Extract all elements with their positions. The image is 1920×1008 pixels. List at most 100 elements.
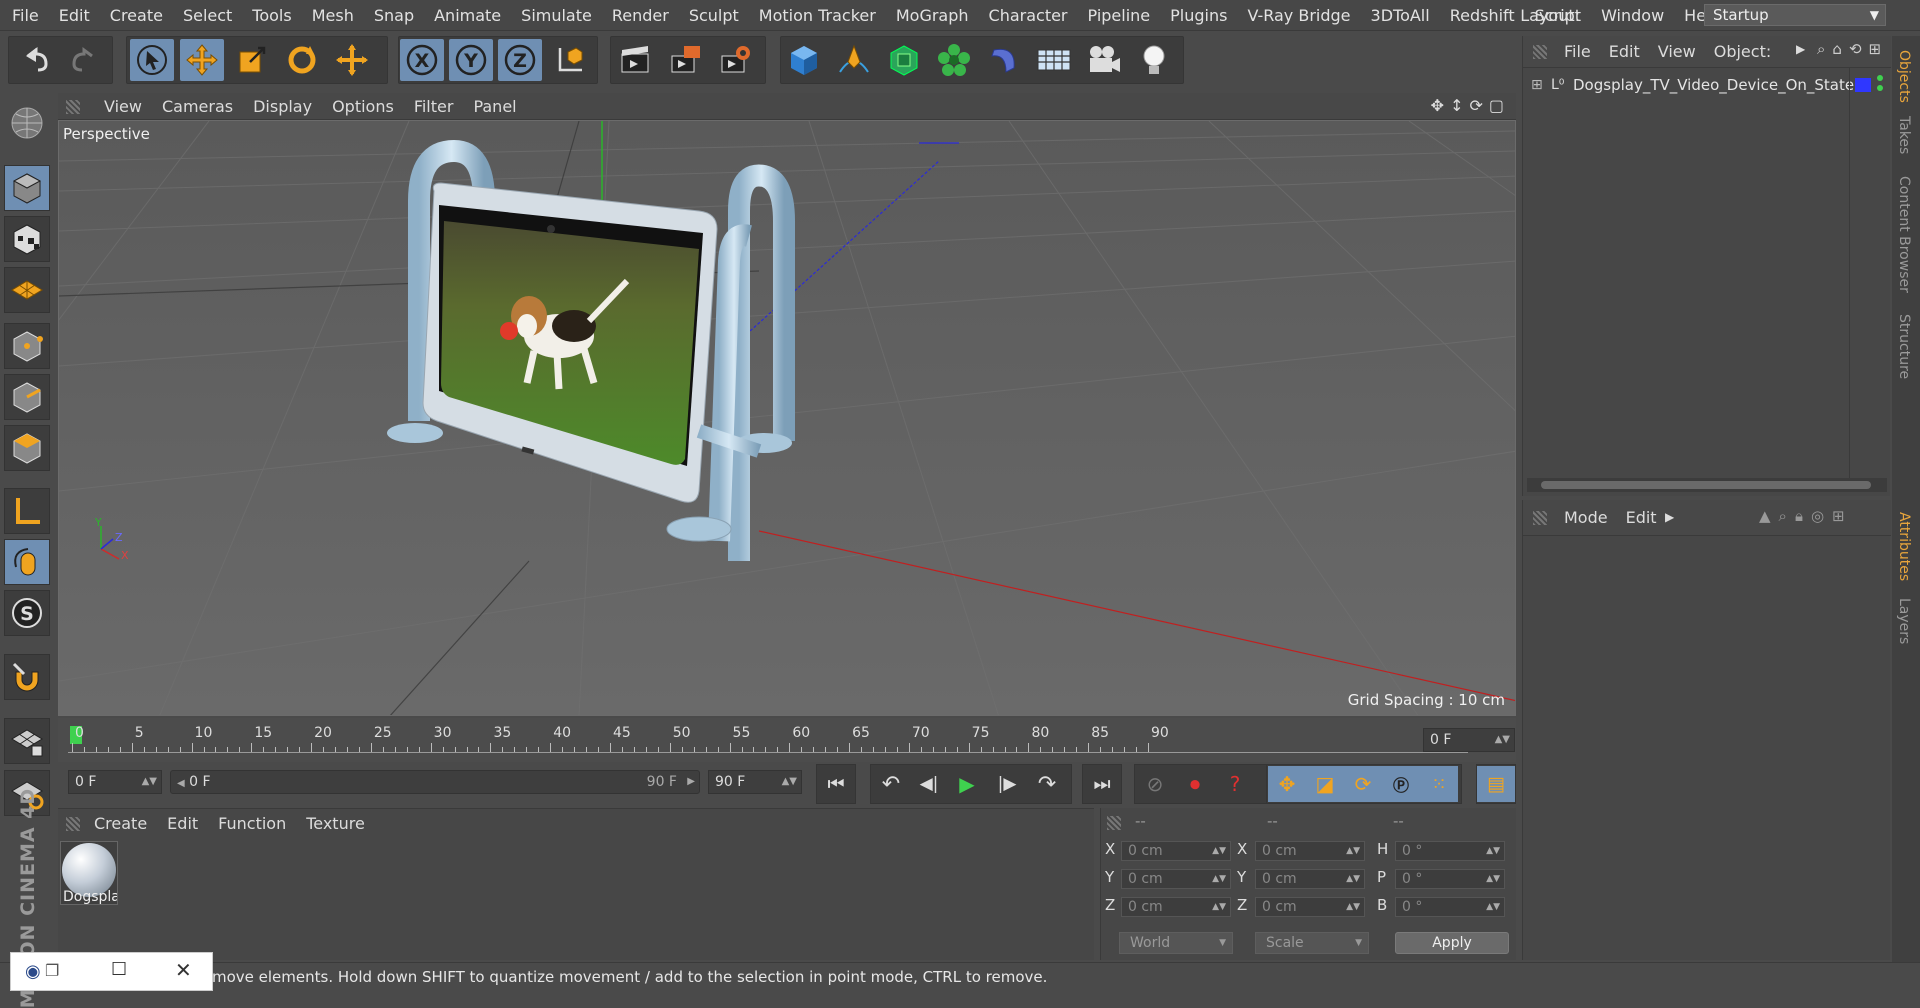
coord-value-field[interactable]: 0 cm ▲▼: [1255, 841, 1365, 861]
coord-value-field[interactable]: 0 ° ▲▼: [1395, 841, 1505, 861]
timeline-ruler[interactable]: 0 5 10 15 20 25 30 35 40 45 50 55 60 65 70 75 80 85 90: [58, 718, 1516, 762]
previous-frame-icon[interactable]: ◀|: [910, 766, 948, 802]
viewport-menu-item-2[interactable]: Display: [243, 93, 322, 120]
menu-item-1[interactable]: Edit: [49, 0, 100, 31]
drag-handle-icon[interactable]: [1533, 45, 1547, 59]
expand-icon[interactable]: ⊞: [1531, 72, 1543, 98]
tab-takes[interactable]: Takes: [1896, 116, 1912, 154]
make-editable-button[interactable]: [4, 100, 50, 146]
menu-item-3[interactable]: Select: [173, 0, 242, 31]
camera-button[interactable]: [1082, 39, 1126, 81]
objects-menu-item-3[interactable]: Object:: [1705, 36, 1781, 68]
rotate-tool-button[interactable]: [280, 39, 324, 81]
magnet-button[interactable]: [4, 654, 50, 700]
dolly-icon[interactable]: ↕: [1450, 96, 1463, 115]
coord-value-field[interactable]: 0 ° ▲▼: [1395, 869, 1505, 889]
material-menu-item-3[interactable]: Texture: [296, 809, 375, 839]
select-tool-button[interactable]: [130, 39, 174, 81]
spinner-icon[interactable]: ▲▼: [1212, 898, 1226, 916]
points-mode-button[interactable]: [4, 323, 50, 369]
menu-item-18[interactable]: Redshift: [1440, 0, 1525, 31]
spinner-icon[interactable]: ▲▼: [1346, 870, 1360, 888]
new-panel-icon[interactable]: ⊞: [1869, 40, 1882, 58]
undo-button[interactable]: [14, 39, 58, 81]
menu-item-4[interactable]: Tools: [242, 0, 301, 31]
goto-start-icon[interactable]: ⏮: [817, 766, 855, 802]
maximize-icon[interactable]: ☐: [111, 959, 127, 980]
home-icon[interactable]: ⌂: [1832, 40, 1842, 58]
menu-item-5[interactable]: Mesh: [302, 0, 364, 31]
menu-item-15[interactable]: Plugins: [1160, 0, 1237, 31]
maximize-view-icon[interactable]: ▢: [1489, 96, 1504, 115]
menu-item-20[interactable]: Window: [1591, 0, 1674, 31]
spinner-icon[interactable]: ▲▼: [1346, 898, 1360, 916]
key-position-icon[interactable]: ✥: [1268, 766, 1306, 802]
z-axis-button[interactable]: Z: [498, 39, 542, 81]
scale-mode-select[interactable]: Scale ▼: [1255, 932, 1369, 954]
menu-item-14[interactable]: Pipeline: [1078, 0, 1161, 31]
render-visible-dot[interactable]: [1877, 85, 1883, 91]
pan-icon[interactable]: ✥: [1431, 96, 1444, 115]
target-icon[interactable]: ◎: [1811, 507, 1824, 525]
up-arrow-icon[interactable]: ▲: [1759, 507, 1771, 525]
chevron-right-icon[interactable]: ▶: [1796, 42, 1805, 56]
floor-button[interactable]: [1032, 39, 1076, 81]
perspective-viewport[interactable]: Perspective Y Z X Grid Spacing : 10 cm: [58, 120, 1516, 716]
editor-visible-dot[interactable]: [1877, 75, 1883, 81]
start-frame-field[interactable]: 0 F ▲▼: [68, 770, 162, 794]
material-menu-item-0[interactable]: Create: [84, 809, 157, 839]
menu-item-2[interactable]: Create: [100, 0, 173, 31]
x-axis-button[interactable]: X: [400, 39, 444, 81]
chevron-left-icon[interactable]: ◀: [177, 778, 185, 789]
orbit-icon[interactable]: ⟳: [1469, 96, 1482, 115]
key-pla-icon[interactable]: ⁙: [1420, 766, 1458, 802]
y-axis-button[interactable]: Y: [449, 39, 493, 81]
lock-icon[interactable]: 🔒︎: [1795, 507, 1803, 525]
objects-menu-item-1[interactable]: Edit: [1600, 36, 1649, 68]
spinner-icon[interactable]: ▲▼: [1212, 870, 1226, 888]
scrollbar-thumb[interactable]: [1541, 481, 1871, 489]
tab-attributes[interactable]: Attributes: [1896, 512, 1912, 581]
coord-value-field[interactable]: 0 cm ▲▼: [1121, 869, 1231, 889]
keyframe-disabled-icon[interactable]: ⊘: [1136, 766, 1174, 802]
record-icon[interactable]: ⏺: [1176, 766, 1214, 802]
layout-select[interactable]: Startup ▼: [1704, 4, 1886, 26]
objects-menu-item-2[interactable]: View: [1649, 36, 1705, 68]
end-frame-field[interactable]: 90 F ▲▼: [708, 770, 802, 794]
pen-spline-button[interactable]: [832, 39, 876, 81]
workplane-mode-button[interactable]: [4, 267, 50, 313]
key-scale-icon[interactable]: ◪: [1306, 766, 1344, 802]
objects-menu-item-0[interactable]: File: [1555, 36, 1600, 68]
attributes-menu-item-0[interactable]: Mode: [1555, 500, 1617, 536]
spinner-icon[interactable]: ▲▼: [1212, 842, 1226, 860]
frame-range-slider[interactable]: ◀ 0 F 90 F ▶: [170, 770, 700, 794]
snap-button[interactable]: S: [4, 590, 50, 636]
layer-color-swatch[interactable]: [1855, 78, 1871, 92]
cube-button[interactable]: [782, 39, 826, 81]
menu-item-10[interactable]: Sculpt: [679, 0, 749, 31]
menu-item-12[interactable]: MoGraph: [886, 0, 979, 31]
material-menu-item-2[interactable]: Function: [208, 809, 296, 839]
coord-value-field[interactable]: 0 ° ▲▼: [1395, 897, 1505, 917]
menu-item-17[interactable]: 3DToAll: [1361, 0, 1440, 31]
coord-value-field[interactable]: 0 cm ▲▼: [1255, 897, 1365, 917]
coordinate-space-select[interactable]: World ▼: [1119, 932, 1233, 954]
search-icon[interactable]: ⌕: [1779, 507, 1787, 525]
tab-content-browser[interactable]: Content Browser: [1896, 176, 1912, 293]
spinner-icon[interactable]: ▲▼: [1486, 898, 1500, 916]
scale-tool-button[interactable]: [230, 39, 274, 81]
current-frame-field[interactable]: 0 F ▲▼: [1423, 728, 1515, 752]
object-row[interactable]: ⊞ L⁰ Dogsplay_TV_Video_Device_On_State: [1523, 72, 1891, 98]
menu-item-7[interactable]: Animate: [424, 0, 511, 31]
locked-workplane-button[interactable]: [4, 718, 50, 764]
drag-handle-icon[interactable]: [1107, 816, 1121, 830]
viewport-menu-item-4[interactable]: Filter: [404, 93, 464, 120]
recent-tool-button[interactable]: [330, 39, 374, 81]
menu-item-6[interactable]: Snap: [364, 0, 424, 31]
previous-key-icon[interactable]: ↶: [872, 766, 910, 802]
redo-button[interactable]: [62, 39, 106, 81]
tweak-mode-button[interactable]: [4, 539, 50, 585]
drag-handle-icon[interactable]: [66, 100, 80, 114]
key-parameter-icon[interactable]: Ⓟ: [1382, 766, 1420, 802]
new-panel-icon[interactable]: ⊞: [1832, 507, 1845, 525]
